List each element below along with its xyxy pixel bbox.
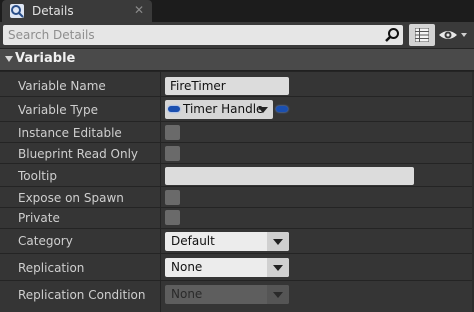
row-replication-condition: Replication Condition None	[0, 281, 474, 312]
replication-condition-label: Replication Condition	[18, 288, 146, 302]
blueprint-read-only-checkbox[interactable]	[165, 146, 180, 161]
column-divider[interactable]	[160, 122, 161, 142]
row-private: Private	[0, 208, 474, 228]
chevron-down-icon	[273, 265, 283, 271]
dropdown-button	[267, 258, 289, 277]
column-divider[interactable]	[160, 229, 161, 253]
row-blueprint-read-only: Blueprint Read Only	[0, 143, 474, 163]
private-label: Private	[18, 211, 60, 225]
variable-name-label: Variable Name	[18, 79, 106, 93]
instance-editable-label: Instance Editable	[18, 126, 122, 140]
replication-label: Replication	[18, 261, 85, 275]
instance-editable-checkbox[interactable]	[165, 125, 180, 140]
type-pin-icon	[168, 106, 180, 112]
eye-icon[interactable]	[437, 25, 471, 45]
row-instance-editable: Instance Editable	[0, 122, 474, 142]
column-divider[interactable]	[160, 187, 161, 207]
search-toolbar: Search Details	[0, 22, 474, 48]
variable-type-label: Variable Type	[18, 103, 98, 117]
column-divider[interactable]	[160, 208, 161, 228]
column-divider[interactable]	[160, 164, 161, 186]
row-variable-type: Variable Type Timer Handle	[0, 97, 474, 121]
row-variable-name: Variable Name FireTimer	[0, 72, 474, 96]
category-label: Variable	[15, 51, 76, 66]
dropdown-button	[267, 285, 289, 304]
row-category: Category Default	[0, 229, 474, 253]
replication-condition-value: None	[171, 287, 203, 301]
category-value: Default	[171, 234, 215, 248]
row-replication: Replication None	[0, 254, 474, 280]
grid-icon	[415, 28, 429, 42]
private-checkbox[interactable]	[165, 210, 180, 225]
blueprint-read-only-label: Blueprint Read Only	[18, 147, 139, 161]
expose-on-spawn-label: Expose on Spawn	[18, 191, 124, 205]
tooltip-field[interactable]	[165, 167, 414, 185]
tab-bar: Details ✕	[0, 0, 474, 22]
replication-condition-dropdown: None	[165, 285, 289, 304]
variable-type-dropdown[interactable]: Timer Handle	[165, 100, 273, 119]
dropdown-button	[267, 232, 289, 251]
close-tab-icon[interactable]: ✕	[134, 3, 144, 17]
column-divider[interactable]	[160, 97, 161, 121]
search-input[interactable]: Search Details	[3, 25, 403, 45]
replication-value: None	[171, 260, 203, 274]
replication-dropdown[interactable]: None	[165, 258, 289, 277]
tooltip-label: Tooltip	[18, 169, 57, 183]
category-dropdown[interactable]: Default	[165, 232, 289, 251]
search-placeholder: Search Details	[8, 28, 95, 42]
search-icon[interactable]	[384, 27, 400, 43]
column-divider[interactable]	[160, 72, 161, 96]
property-matrix-button[interactable]	[409, 24, 435, 46]
column-divider[interactable]	[160, 254, 161, 280]
category-variable[interactable]: Variable	[0, 49, 474, 71]
expose-on-spawn-checkbox[interactable]	[165, 190, 180, 205]
variable-type-value: Timer Handle	[183, 102, 264, 116]
row-tooltip: Tooltip	[0, 164, 474, 186]
column-divider[interactable]	[160, 143, 161, 163]
chevron-down-icon	[258, 107, 268, 113]
container-type-icon[interactable]	[276, 106, 288, 112]
property-list: Variable Name FireTimer Variable Type Ti…	[0, 72, 474, 312]
category-field-label: Category	[18, 234, 73, 248]
variable-name-field[interactable]: FireTimer	[165, 77, 289, 95]
chevron-down-icon	[273, 239, 283, 245]
tab-details[interactable]: Details ✕	[2, 0, 152, 22]
column-divider[interactable]	[160, 281, 161, 312]
details-magnifier-icon	[10, 4, 24, 18]
chevron-down-icon	[273, 292, 283, 298]
tab-title: Details	[32, 4, 74, 18]
expand-arrow-icon[interactable]	[5, 56, 13, 62]
row-expose-on-spawn: Expose on Spawn	[0, 187, 474, 207]
